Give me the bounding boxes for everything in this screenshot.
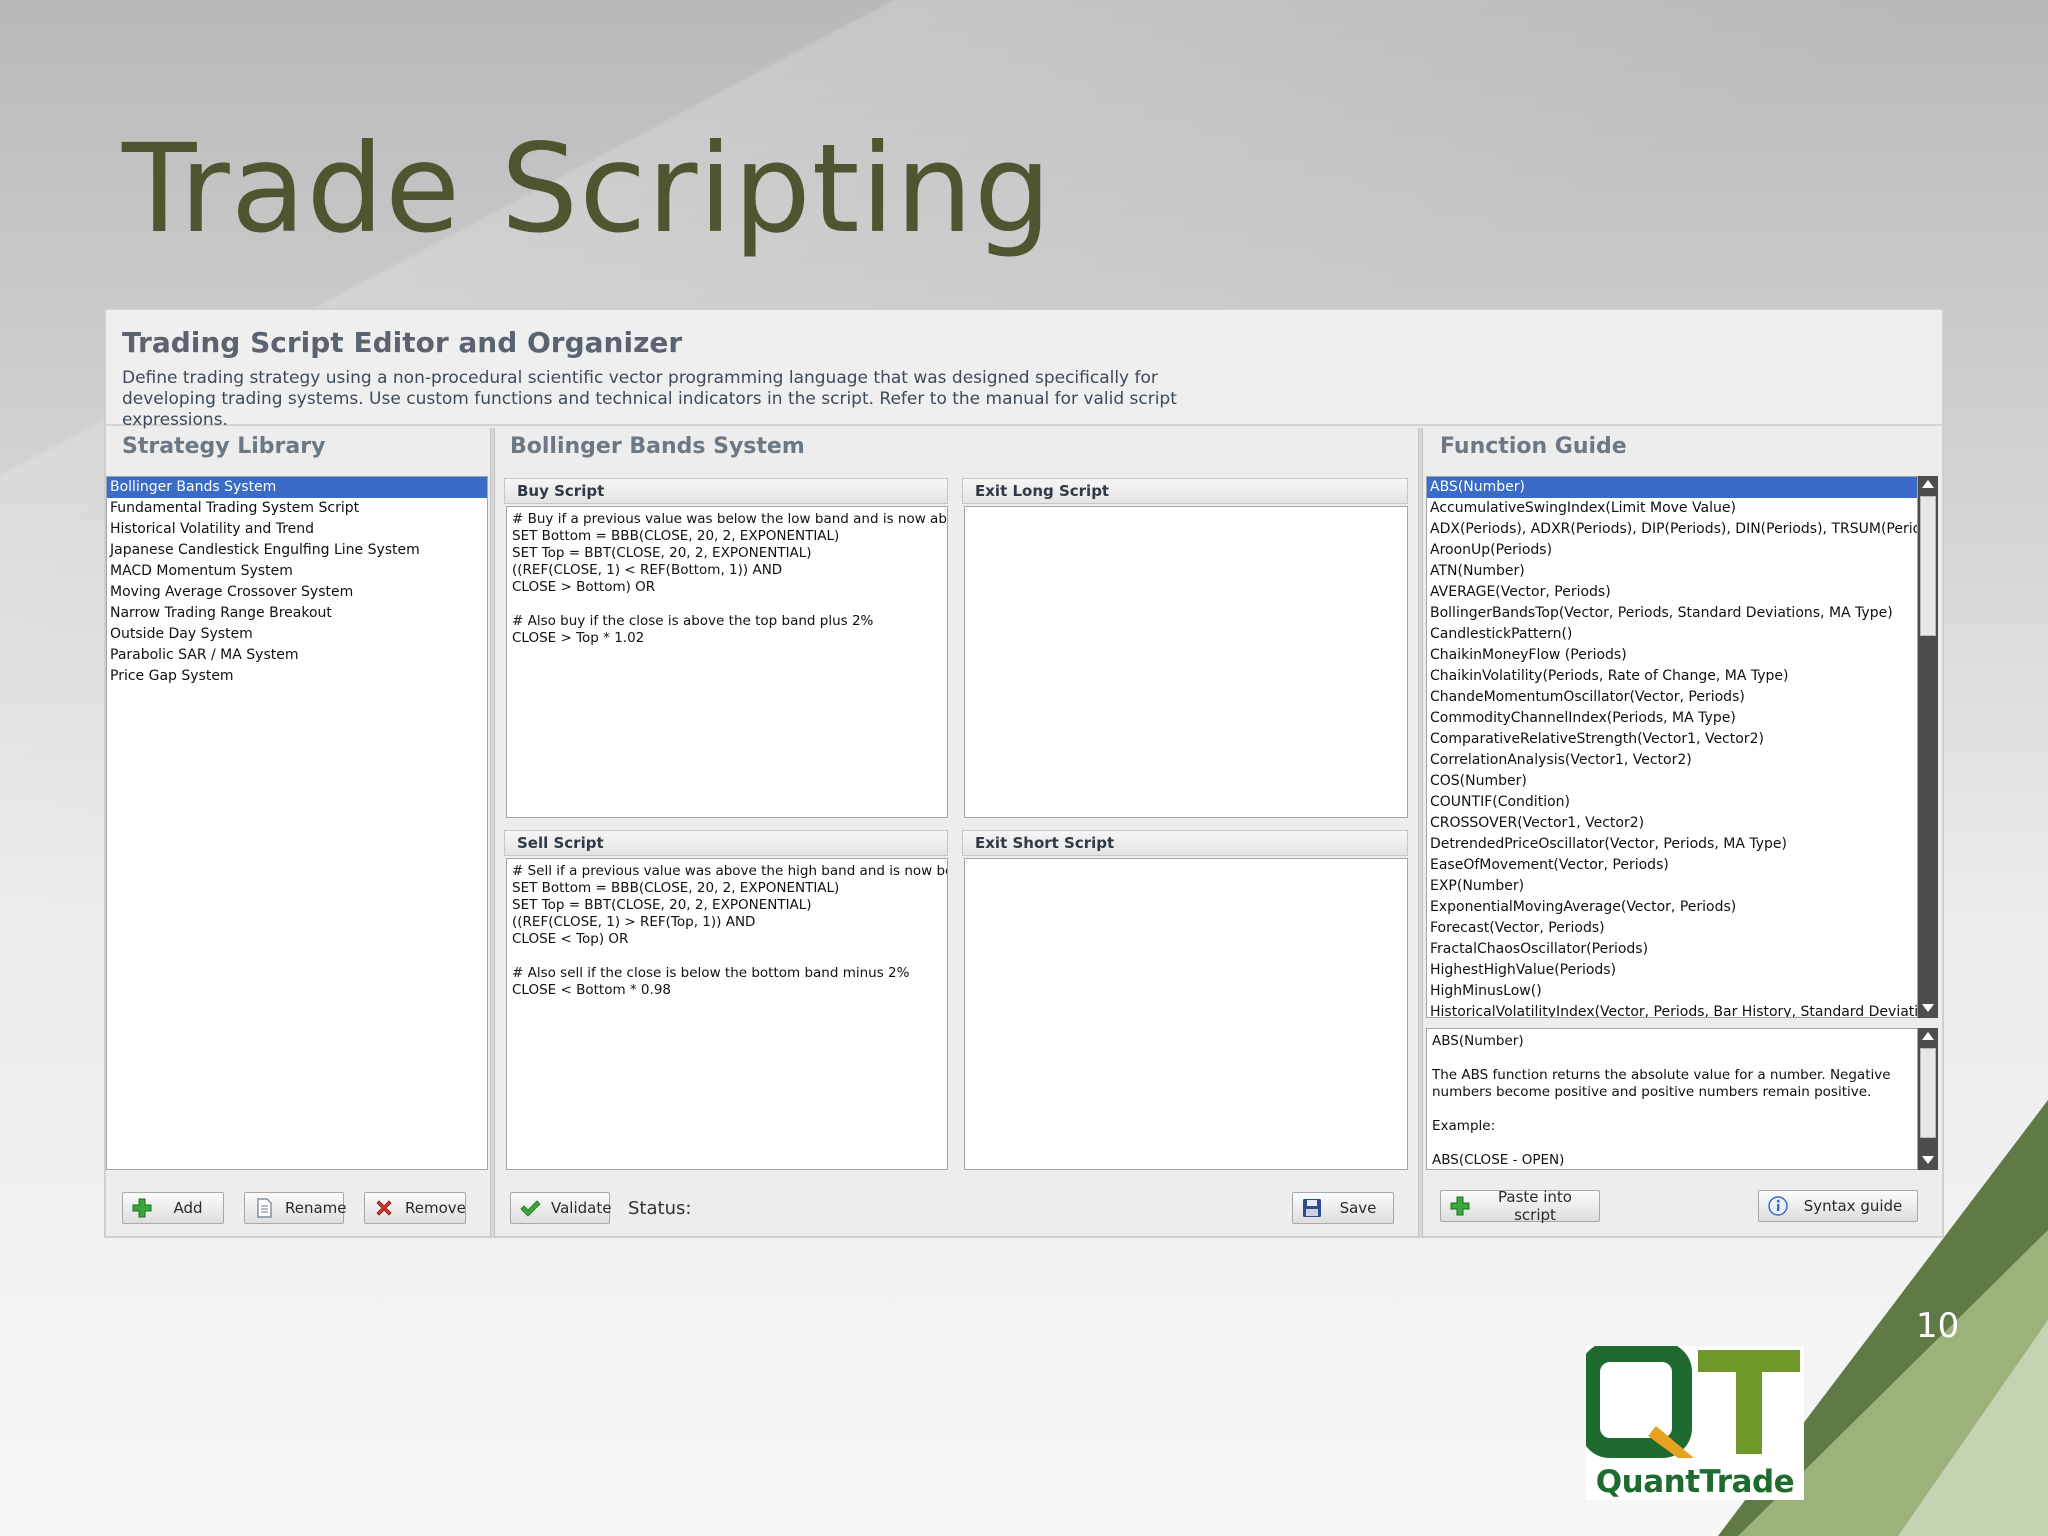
- document-icon: [253, 1197, 275, 1219]
- remove-label: Remove: [405, 1199, 466, 1217]
- description-scrollbar[interactable]: [1918, 1028, 1938, 1170]
- sell-script-header: Sell Script: [504, 830, 948, 856]
- strategy-list-item[interactable]: Fundamental Trading System Script: [107, 498, 487, 519]
- add-label: Add: [173, 1199, 203, 1217]
- desc-scroll-down-arrow-icon[interactable]: [1922, 1156, 1934, 1164]
- function-list-item[interactable]: EaseOfMovement(Vector, Periods): [1427, 855, 1917, 876]
- validate-button[interactable]: Validate: [510, 1192, 611, 1224]
- function-list-item[interactable]: CommodityChannelIndex(Periods, MA Type): [1427, 708, 1917, 729]
- buy-script-editor[interactable]: # Buy if a previous value was below the …: [506, 506, 948, 818]
- sell-script-editor[interactable]: # Sell if a previous value was above the…: [506, 858, 948, 1170]
- function-list-item[interactable]: COS(Number): [1427, 771, 1917, 792]
- strategy-list-item[interactable]: Parabolic SAR / MA System: [107, 645, 487, 666]
- buy-script-header: Buy Script: [504, 478, 948, 504]
- function-list-item[interactable]: AccumulativeSwingIndex(Limit Move Value): [1427, 498, 1917, 519]
- function-list-item[interactable]: DetrendedPriceOscillator(Vector, Periods…: [1427, 834, 1917, 855]
- function-list-scroll-thumb[interactable]: [1920, 496, 1936, 636]
- function-list-item[interactable]: Forecast(Vector, Periods): [1427, 918, 1917, 939]
- info-icon: [1767, 1195, 1789, 1217]
- scroll-up-arrow-icon[interactable]: [1922, 480, 1934, 488]
- checkmark-icon: [519, 1197, 541, 1219]
- window-header: Trading Script Editor and Organizer Defi…: [106, 310, 1942, 430]
- qt-logo-mark: [1586, 1346, 1800, 1458]
- strategy-list-item[interactable]: Narrow Trading Range Breakout: [107, 603, 487, 624]
- function-list-item[interactable]: ChandeMomentumOscillator(Vector, Periods…: [1427, 687, 1917, 708]
- window-description: Define trading strategy using a non-proc…: [122, 368, 1177, 430]
- function-list-item[interactable]: ComparativeRelativeStrength(Vector1, Vec…: [1427, 729, 1917, 750]
- exit-short-script-header: Exit Short Script: [962, 830, 1408, 856]
- syntax-guide-label: Syntax guide: [1803, 1197, 1903, 1215]
- plus-icon: [131, 1197, 153, 1219]
- save-button[interactable]: Save: [1292, 1192, 1394, 1224]
- remove-button[interactable]: Remove: [364, 1192, 466, 1224]
- logo-text: QuantTrade: [1595, 1464, 1795, 1500]
- paste-into-script-label: Paste into script: [1498, 1188, 1572, 1224]
- window-title: Trading Script Editor and Organizer: [122, 326, 683, 359]
- save-label: Save: [1339, 1199, 1377, 1217]
- exit-short-script-panel: Exit Short Script: [962, 830, 1408, 1170]
- function-list-item[interactable]: ABS(Number): [1427, 477, 1917, 498]
- function-list-item[interactable]: BollingerBandsTop(Vector, Periods, Stand…: [1427, 603, 1917, 624]
- function-list-item[interactable]: HighestHighValue(Periods): [1427, 960, 1917, 981]
- rename-button[interactable]: Rename: [244, 1192, 347, 1224]
- function-list-item[interactable]: AroonUp(Periods): [1427, 540, 1917, 561]
- delete-x-icon: [373, 1197, 395, 1219]
- strategy-list-item[interactable]: Moving Average Crossover System: [107, 582, 487, 603]
- status-label: Status:: [628, 1198, 692, 1219]
- function-list-item[interactable]: ADX(Periods), ADXR(Periods), DIP(Periods…: [1427, 519, 1917, 540]
- function-list-item[interactable]: ChaikinMoneyFlow (Periods): [1427, 645, 1917, 666]
- function-list-item[interactable]: AVERAGE(Vector, Periods): [1427, 582, 1917, 603]
- function-list-item[interactable]: CandlestickPattern(): [1427, 624, 1917, 645]
- add-button[interactable]: Add: [122, 1192, 224, 1224]
- right-splitter[interactable]: [1418, 428, 1423, 1238]
- desc-scroll-up-arrow-icon[interactable]: [1922, 1032, 1934, 1040]
- strategy-library-title: Strategy Library: [122, 434, 326, 459]
- strategy-list-item[interactable]: Japanese Candlestick Engulfing Line Syst…: [107, 540, 487, 561]
- floppy-disk-icon: [1301, 1197, 1323, 1219]
- function-list-item[interactable]: FractalChaosOscillator(Periods): [1427, 939, 1917, 960]
- sell-script-panel: Sell Script # Sell if a previous value w…: [504, 830, 948, 1170]
- exit-long-script-editor[interactable]: [964, 506, 1408, 818]
- description-scroll-thumb[interactable]: [1920, 1048, 1936, 1138]
- paste-into-script-button[interactable]: Paste into script: [1440, 1188, 1600, 1224]
- scroll-down-arrow-icon[interactable]: [1922, 1004, 1934, 1012]
- validate-label: Validate: [551, 1199, 612, 1217]
- function-list-item[interactable]: CROSSOVER(Vector1, Vector2): [1427, 813, 1917, 834]
- quanttrade-logo: QuantTrade: [1586, 1346, 1804, 1500]
- function-description: ABS(Number) The ABS function returns the…: [1426, 1028, 1918, 1170]
- strategy-list-item[interactable]: MACD Momentum System: [107, 561, 487, 582]
- strategy-list-item[interactable]: Historical Volatility and Trend: [107, 519, 487, 540]
- function-guide-list[interactable]: ABS(Number) AccumulativeSwingIndex(Limit …: [1426, 476, 1918, 1018]
- slide-title: Trade Scripting: [122, 118, 1053, 260]
- strategy-library-list[interactable]: Bollinger Bands System Fundamental Tradin…: [106, 476, 488, 1170]
- script-editor-window: Trading Script Editor and Organizer Defi…: [104, 308, 1944, 1238]
- exit-long-script-panel: Exit Long Script: [962, 478, 1408, 818]
- exit-short-script-editor[interactable]: [964, 858, 1408, 1170]
- strategy-name-title: Bollinger Bands System: [510, 434, 805, 459]
- function-list-item[interactable]: CorrelationAnalysis(Vector1, Vector2): [1427, 750, 1917, 771]
- function-list-item[interactable]: COUNTIF(Condition): [1427, 792, 1917, 813]
- strategy-list-item[interactable]: Bollinger Bands System: [107, 477, 487, 498]
- buy-script-panel: Buy Script # Buy if a previous value was…: [504, 478, 948, 818]
- strategy-list-item[interactable]: Outside Day System: [107, 624, 487, 645]
- function-list-item[interactable]: EXP(Number): [1427, 876, 1917, 897]
- rename-label: Rename: [285, 1199, 347, 1217]
- function-list-item[interactable]: ChaikinVolatility(Periods, Rate of Chang…: [1427, 666, 1917, 687]
- function-list-item[interactable]: ExponentialMovingAverage(Vector, Periods…: [1427, 897, 1917, 918]
- function-list-item[interactable]: HighMinusLow(): [1427, 981, 1917, 1002]
- function-list-scrollbar[interactable]: [1918, 476, 1938, 1018]
- function-list-item[interactable]: ATN(Number): [1427, 561, 1917, 582]
- page-number: 10: [1916, 1306, 1960, 1346]
- function-list-item[interactable]: HistoricalVolatilityIndex(Vector, Period…: [1427, 1002, 1917, 1017]
- function-guide-title: Function Guide: [1440, 434, 1627, 459]
- strategy-list-item[interactable]: Price Gap System: [107, 666, 487, 687]
- left-splitter[interactable]: [490, 428, 495, 1238]
- corner-decoration-pale: [1898, 1320, 2048, 1536]
- syntax-guide-button[interactable]: Syntax guide: [1758, 1190, 1918, 1222]
- plus-icon: [1449, 1195, 1471, 1217]
- exit-long-script-header: Exit Long Script: [962, 478, 1408, 504]
